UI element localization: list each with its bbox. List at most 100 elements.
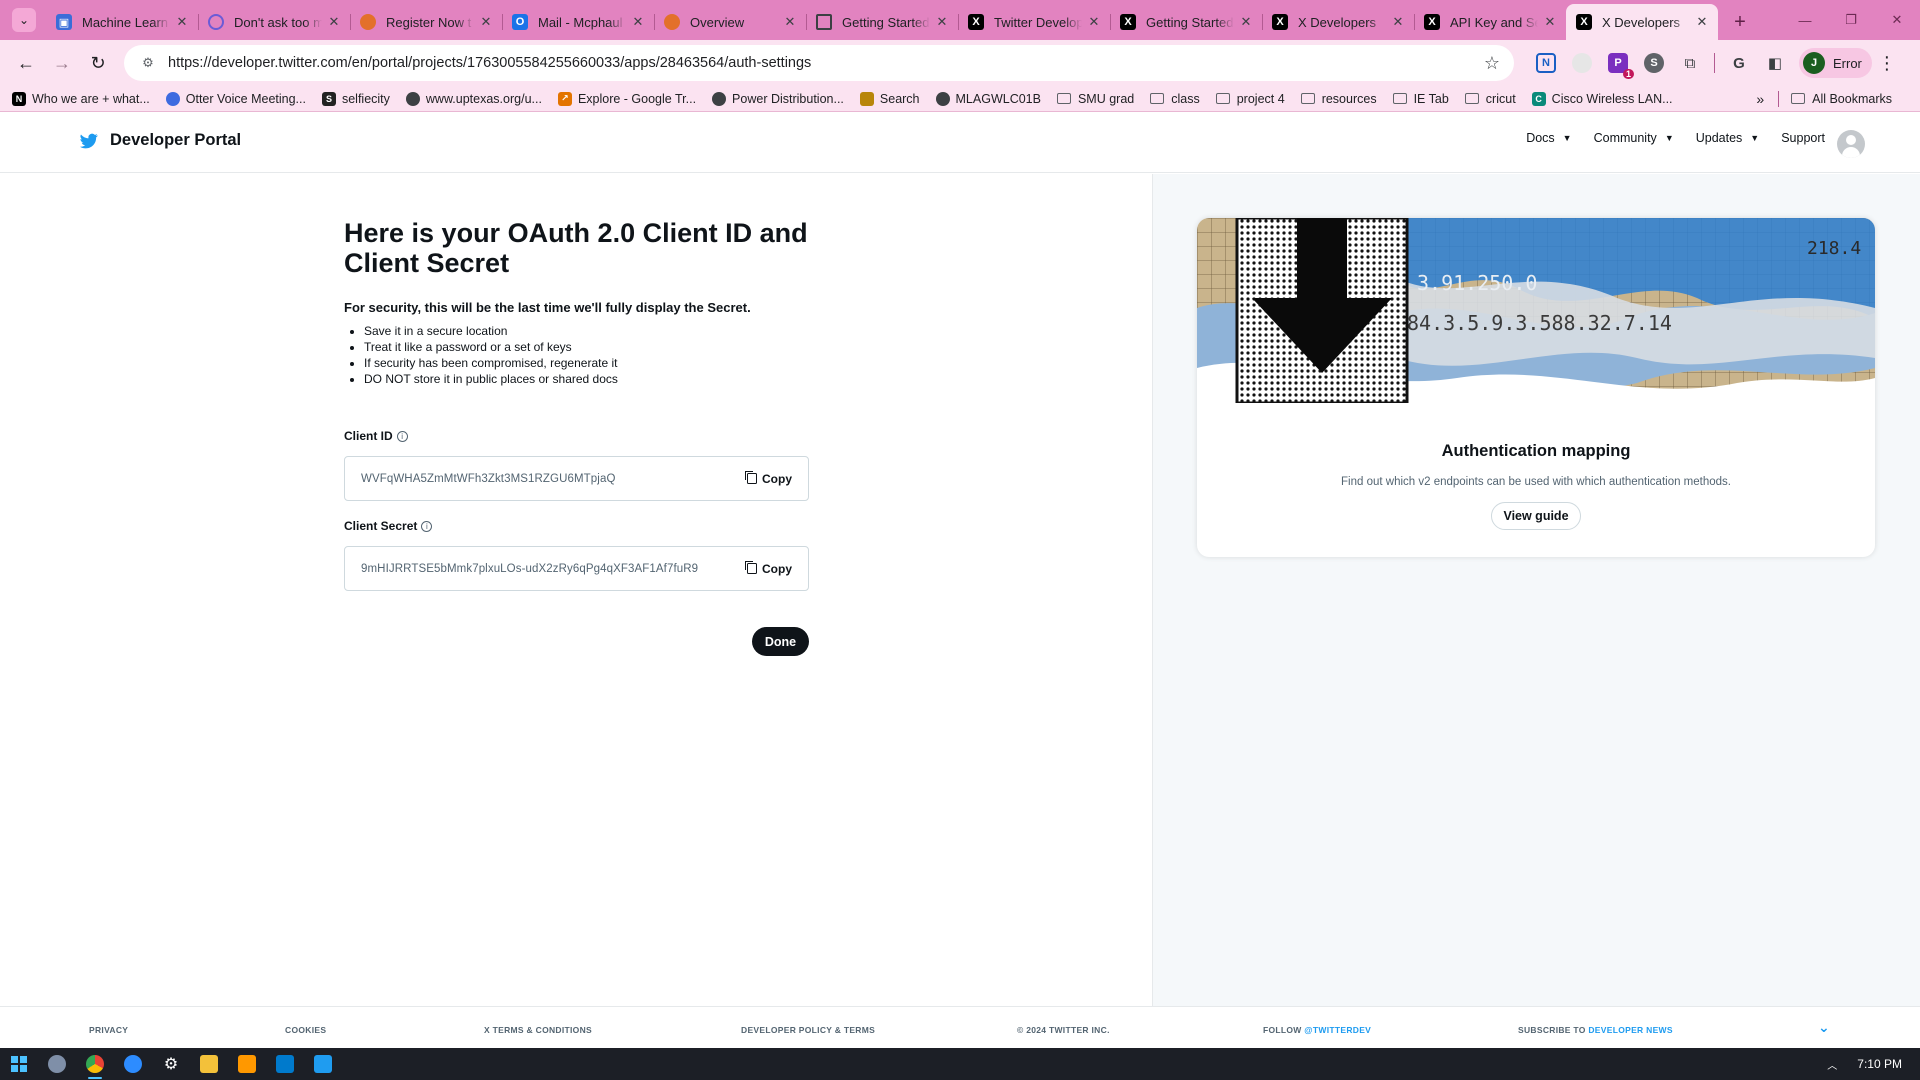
browser-tab[interactable]: O Mail - Mcphaul ✕ xyxy=(502,4,654,40)
bookmark-item[interactable]: C Cisco Wireless LAN... xyxy=(1531,91,1673,106)
bookmark-item[interactable]: ↗ Explore - Google Tr... xyxy=(557,91,696,106)
brand-link[interactable]: Developer Portal xyxy=(80,131,241,150)
vscode-taskbar-icon[interactable] xyxy=(304,1048,342,1080)
nav-docs[interactable]: Docs ▼ xyxy=(1526,131,1571,145)
browser-tab[interactable]: X X Developers ✕ xyxy=(1262,4,1414,40)
footer-policy-link[interactable]: DEVELOPER POLICY & TERMS xyxy=(741,1025,875,1035)
bookmark-folder[interactable]: class xyxy=(1150,92,1200,106)
restore-icon[interactable]: ❐ xyxy=(1828,0,1874,40)
vscode-taskbar-icon[interactable] xyxy=(266,1048,304,1080)
otter-icon xyxy=(165,91,180,106)
copy-client-secret-button[interactable]: Copy xyxy=(745,561,792,576)
footer-follow-link[interactable]: @TWITTERDEV xyxy=(1304,1025,1371,1035)
info-icon[interactable]: i xyxy=(421,520,433,532)
browser-tab[interactable]: Overview ✕ xyxy=(654,4,806,40)
client-secret-value[interactable]: 9mHIJRRTSE5bMmk7plxuLOs-udX2zRy6qPg4qXF3… xyxy=(361,563,747,575)
info-icon[interactable]: i xyxy=(396,430,408,442)
back-button[interactable]: ← xyxy=(8,45,44,81)
address-bar[interactable]: ⚙ https://developer.twitter.com/en/porta… xyxy=(124,45,1514,81)
browser-tab[interactable]: X Getting Started ✕ xyxy=(1110,4,1262,40)
kebab-menu-icon[interactable]: ⋮ xyxy=(1872,53,1902,74)
google-icon[interactable]: G xyxy=(1724,48,1754,78)
bookmark-folder[interactable]: resources xyxy=(1300,92,1377,106)
profile-avatar: J xyxy=(1803,52,1825,74)
footer-terms-link[interactable]: X TERMS & CONDITIONS xyxy=(484,1025,592,1035)
bookmark-item[interactable]: Sselfiecity xyxy=(321,91,390,106)
tray-expand-icon[interactable]: ︿ xyxy=(1827,1057,1837,1072)
profile-button[interactable]: J Error xyxy=(1799,48,1872,78)
bookmark-label: Who we are + what... xyxy=(32,91,150,106)
footer-privacy-link[interactable]: PRIVACY xyxy=(89,1025,128,1035)
browser-tab-active[interactable]: X X Developers ✕ xyxy=(1566,4,1718,40)
bookmark-item[interactable]: MLAGWLC01B xyxy=(935,91,1041,106)
copy-client-id-button[interactable]: Copy xyxy=(745,471,792,486)
client-secret-field[interactable]: 9mHIJRRTSE5bMmk7plxuLOs-udX2zRy6qPg4qXF3… xyxy=(344,546,809,591)
user-avatar[interactable] xyxy=(1837,130,1865,158)
more-bookmarks-icon[interactable]: » xyxy=(1756,91,1764,107)
bookmark-folder[interactable]: project 4 xyxy=(1215,92,1285,106)
browser-tab[interactable]: ▣ Machine Learn ✕ xyxy=(46,4,198,40)
browser-tab[interactable]: X API Key and Se ✕ xyxy=(1414,4,1566,40)
view-guide-button[interactable]: View guide xyxy=(1491,502,1581,530)
bookmark-item[interactable]: Search xyxy=(859,91,920,106)
clock[interactable]: 7:10 PM xyxy=(1857,1057,1902,1071)
bookmark-item[interactable]: N Who we are + what... xyxy=(12,91,150,106)
url-text[interactable]: https://developer.twitter.com/en/portal/… xyxy=(168,55,1484,71)
client-id-field[interactable]: WVFqWHA5ZmMtWFh3Zkt3MS1RZGU6MTpjaQ Copy xyxy=(344,456,809,501)
nav-support[interactable]: Support xyxy=(1781,131,1825,145)
tab-search-icon[interactable]: ⌄ xyxy=(12,8,36,32)
bookmark-star-icon[interactable]: ☆ xyxy=(1484,53,1500,74)
chrome-taskbar-icon[interactable] xyxy=(76,1048,114,1080)
browser-tab[interactable]: X Twitter Develop ✕ xyxy=(958,4,1110,40)
bookmark-item[interactable]: www.uptexas.org/u... xyxy=(405,91,542,106)
site-info-icon[interactable]: ⚙ xyxy=(138,53,158,73)
close-icon[interactable]: ✕ xyxy=(1694,14,1710,30)
close-icon[interactable]: ✕ xyxy=(1238,14,1254,30)
puzzle-icon[interactable]: ⧉ xyxy=(1675,48,1705,78)
side-panel-icon[interactable]: ◧ xyxy=(1760,48,1790,78)
settings-taskbar-icon[interactable]: ⚙ xyxy=(152,1048,190,1080)
close-icon[interactable]: ✕ xyxy=(174,14,190,30)
close-icon[interactable]: ✕ xyxy=(934,14,950,30)
close-icon[interactable]: ✕ xyxy=(478,14,494,30)
chevron-down-icon[interactable]: ⌄ xyxy=(1818,1019,1830,1036)
client-id-value[interactable]: WVFqWHA5ZmMtWFh3Zkt3MS1RZGU6MTpjaQ xyxy=(361,473,747,485)
globe-icon xyxy=(712,91,727,106)
extension-p-icon[interactable]: P1 xyxy=(1603,48,1634,79)
browser-tab[interactable]: Getting Started ✕ xyxy=(806,4,958,40)
bookmark-item[interactable]: Power Distribution... xyxy=(712,91,844,106)
browser-tab[interactable]: Register Now t ✕ xyxy=(350,4,502,40)
browser-tab[interactable]: Don't ask too m ✕ xyxy=(198,4,350,40)
new-tab-button[interactable]: + xyxy=(1726,8,1754,36)
window-close-icon[interactable]: ✕ xyxy=(1874,0,1920,40)
close-icon[interactable]: ✕ xyxy=(1542,14,1558,30)
bookmark-folder[interactable]: SMU grad xyxy=(1056,92,1134,106)
reload-button[interactable]: ↻ xyxy=(80,45,116,81)
close-icon[interactable]: ✕ xyxy=(782,14,798,30)
sublime-taskbar-icon[interactable] xyxy=(228,1048,266,1080)
start-button[interactable] xyxy=(0,1048,38,1080)
close-icon[interactable]: ✕ xyxy=(1390,14,1406,30)
extension-s-icon[interactable]: S xyxy=(1639,48,1669,78)
all-bookmarks[interactable]: All Bookmarks xyxy=(1791,92,1892,106)
done-button[interactable]: Done xyxy=(752,627,809,656)
nav-updates[interactable]: Updates ▼ xyxy=(1696,131,1759,145)
bookmark-label: www.uptexas.org/u... xyxy=(425,91,542,106)
bookmark-folder[interactable]: IE Tab xyxy=(1392,92,1449,106)
file-explorer-taskbar-icon[interactable] xyxy=(190,1048,228,1080)
forward-button[interactable]: → xyxy=(44,45,80,81)
footer-subscribe-link[interactable]: DEVELOPER NEWS xyxy=(1588,1025,1673,1035)
extension-n-icon[interactable]: N xyxy=(1531,48,1561,78)
close-icon[interactable]: ✕ xyxy=(630,14,646,30)
close-icon[interactable]: ✕ xyxy=(1086,14,1102,30)
footer-cookies-link[interactable]: COOKIES xyxy=(285,1025,326,1035)
zoom-taskbar-icon[interactable] xyxy=(114,1048,152,1080)
bookmark-item[interactable]: Otter Voice Meeting... xyxy=(165,91,306,106)
minimize-icon[interactable]: — xyxy=(1782,0,1828,40)
extension-circle-icon[interactable] xyxy=(1567,48,1597,78)
nav-community[interactable]: Community ▼ xyxy=(1594,131,1674,145)
close-icon[interactable]: ✕ xyxy=(326,14,342,30)
tab-title: Getting Started xyxy=(842,14,930,30)
bookmark-folder[interactable]: cricut xyxy=(1464,92,1516,106)
taskbar-search-icon[interactable] xyxy=(38,1048,76,1080)
